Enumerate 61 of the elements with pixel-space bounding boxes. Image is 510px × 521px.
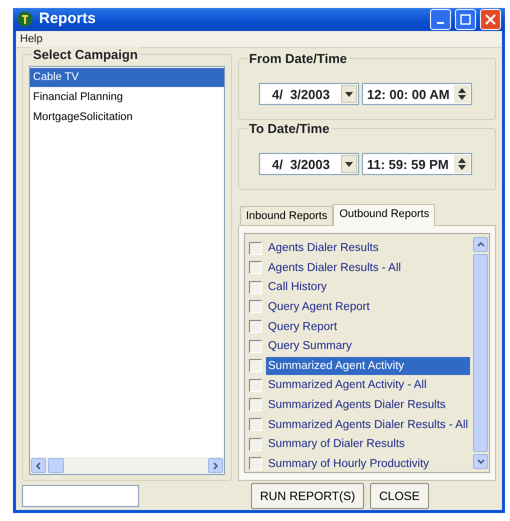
scroll-thumb[interactable] [48,458,64,474]
window-title: Reports [39,9,96,30]
checkbox[interactable] [249,242,262,255]
close-icon [485,14,496,25]
date-picker[interactable]: 4/ 3/2003 [259,83,359,106]
checkbox[interactable] [249,300,262,314]
app-icon [17,11,33,28]
checkbox[interactable] [249,418,262,432]
report-item[interactable]: Query Report [266,318,472,336]
spinner-icon [454,85,470,104]
date-picker[interactable]: 4/ 3/2003 [259,153,359,176]
scroll-right-button[interactable] [208,458,223,474]
scroll-up-button[interactable] [473,237,488,252]
scroll-left-button[interactable] [31,458,46,474]
checkbox[interactable] [249,378,262,392]
checkbox[interactable] [249,320,262,334]
report-item[interactable]: Summary of Hourly Productivity [266,454,472,473]
checkbox[interactable] [249,457,262,470]
push-button[interactable]: CLOSE [370,482,429,509]
push-button[interactable]: RUN REPORT(S) [251,482,364,509]
tab[interactable]: Outbound Reports [333,204,436,226]
time-value: 12: 00: 00 AM [367,86,450,104]
minimize-icon [437,22,444,24]
checkbox[interactable] [249,359,262,372]
report-item[interactable]: Agents Dialer Results - All [266,258,472,277]
horizontal-scrollbar[interactable] [30,457,224,474]
date-value: 4/ 3/2003 [272,86,330,104]
group-title: Select Campaign [31,47,140,62]
time-picker[interactable]: 12: 00: 00 AM [362,83,472,106]
maximize-icon [460,14,471,25]
list-item[interactable]: Cable TV [30,68,224,88]
list-item[interactable]: Financial Planning [30,88,224,108]
checkbox[interactable] [249,438,262,451]
checkbox[interactable] [249,280,262,294]
report-item[interactable]: Summarized Agents Dialer Results [266,396,472,414]
scroll-down-button[interactable] [473,454,488,470]
tab[interactable]: Inbound Reports [240,206,334,226]
list-item[interactable]: MortgageSolicitation [30,108,224,128]
maximize-button[interactable] [455,8,476,30]
menu-item[interactable]: Help [20,30,43,48]
spinner-icon [454,155,470,174]
minimize-button[interactable] [430,8,451,30]
report-item[interactable]: Summarized Agent Activity [266,356,470,375]
report-item[interactable]: Call History [266,278,472,296]
scroll-thumb[interactable] [473,254,488,452]
input-field[interactable] [22,484,139,507]
report-item[interactable]: Summary of Dialer Results [266,435,472,454]
report-item[interactable]: Query Summary [266,337,472,356]
checkbox[interactable] [249,398,262,412]
report-item[interactable]: Query Agent Report [266,298,472,316]
checkbox[interactable] [249,340,262,353]
group-title: To Date/Time [247,121,332,136]
time-value: 11: 59: 59 PM [367,156,449,174]
close-button[interactable] [480,8,501,30]
report-item[interactable]: Summarized Agent Activity - All [266,376,472,394]
time-picker[interactable]: 11: 59: 59 PM [362,153,472,176]
report-item[interactable]: Agents Dialer Results [266,239,472,258]
date-value: 4/ 3/2003 [272,156,330,174]
report-item[interactable]: Summarized Agents Dialer Results - All [266,416,472,434]
group-title: From Date/Time [247,51,350,66]
checkbox[interactable] [249,261,262,274]
